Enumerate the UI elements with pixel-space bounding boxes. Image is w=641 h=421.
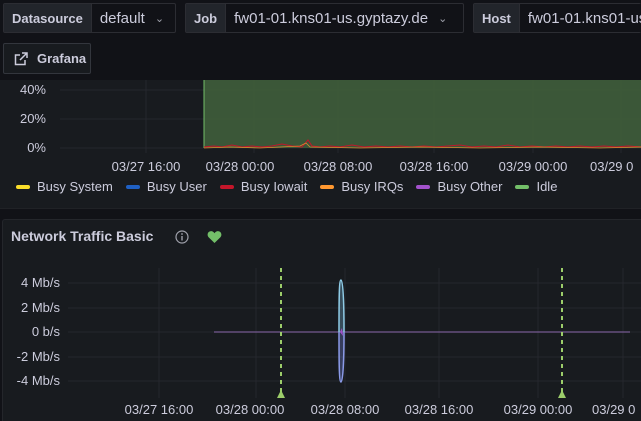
- legend-swatch: [515, 184, 530, 189]
- y-tick: 0%: [27, 140, 46, 155]
- variables-bar: Datasource default ⌄ Job fw01-01.kns01-u…: [0, 0, 641, 80]
- variable-value: fw01-01.kns01-us.gyptazy.de: [234, 9, 429, 27]
- legend-item-busy-other[interactable]: Busy Other: [416, 179, 502, 194]
- x-tick: 03/28 08:00: [311, 402, 380, 417]
- y-tick: 2 Mb/s: [21, 300, 61, 315]
- legend-swatch: [219, 184, 234, 189]
- x-tick: 03/27 16:00: [125, 402, 194, 417]
- cpu-chart[interactable]: 40% 20% 0% 03/27 16:00 03/28 00:00 03/28…: [0, 80, 641, 178]
- variable-host-select[interactable]: fw01-01.kns01-us.gyptazy.de: [519, 4, 641, 32]
- cpu-legend: Busy System Busy User Busy Iowait Busy I…: [16, 179, 570, 194]
- legend-swatch: [16, 184, 30, 189]
- x-tick: 03/29 0: [590, 159, 633, 174]
- variable-label: Host: [474, 4, 520, 32]
- variable-host[interactable]: Host fw01-01.kns01-us.gyptazy.de: [473, 3, 641, 33]
- grafana-link-button[interactable]: Grafana: [3, 43, 91, 74]
- legend-swatch: [416, 184, 431, 189]
- y-tick: -2 Mb/s: [17, 349, 61, 364]
- y-tick: 20%: [20, 111, 46, 126]
- x-tick: 03/28 00:00: [216, 402, 285, 417]
- legend-label: Busy IRQs: [341, 179, 404, 194]
- legend-label: Busy System: [37, 179, 113, 194]
- legend-swatch: [320, 184, 335, 189]
- legend-label: Busy Other: [437, 179, 503, 194]
- legend-label: Idle: [536, 179, 558, 194]
- legend-item-busy-iowait[interactable]: Busy Iowait: [219, 179, 308, 194]
- x-tick: 03/27 16:00: [112, 159, 181, 174]
- y-tick: 40%: [20, 82, 46, 97]
- legend-item-busy-user[interactable]: Busy User: [125, 179, 207, 194]
- cpu-panel: 40% 20% 0% 03/27 16:00 03/28 00:00 03/28…: [0, 80, 641, 209]
- variable-job-select[interactable]: fw01-01.kns01-us.gyptazy.de ⌄: [226, 4, 456, 32]
- chevron-down-icon: ⌄: [154, 12, 165, 25]
- x-tick: 03/29 00:00: [504, 402, 573, 417]
- network-chart[interactable]: 4 Mb/s 2 Mb/s 0 b/s -2 Mb/s -4 Mb/s 03/2…: [3, 220, 641, 421]
- variable-value: default: [99, 9, 145, 27]
- variable-value: fw01-01.kns01-us.gyptazy.de: [527, 9, 641, 27]
- chevron-down-icon: ⌄: [438, 12, 448, 25]
- idle-area: [204, 80, 641, 148]
- grid: [68, 268, 641, 398]
- y-tick: -4 Mb/s: [17, 373, 61, 388]
- variable-datasource-select[interactable]: default ⌄: [91, 4, 173, 32]
- variable-datasource[interactable]: Datasource default ⌄: [3, 3, 176, 33]
- x-tick: 03/28 16:00: [405, 402, 474, 417]
- annotation-markers: [277, 268, 566, 398]
- variable-label: Datasource: [4, 4, 92, 32]
- variable-label: Job: [186, 4, 227, 32]
- legend-item-busy-system[interactable]: Busy System: [16, 179, 113, 194]
- legend-label: Busy Iowait: [240, 179, 308, 194]
- network-traffic-panel: Network Traffic Basic 4 Mb/s 2 Mb/s 0 b/…: [2, 219, 641, 421]
- x-tick: 03/28 00:00: [206, 159, 275, 174]
- x-tick: 03/29 00:00: [499, 159, 568, 174]
- variable-job[interactable]: Job fw01-01.kns01-us.gyptazy.de ⌄: [185, 3, 464, 33]
- legend-label: Busy User: [146, 179, 207, 194]
- legend-swatch: [125, 184, 140, 189]
- legend-item-busy-irqs[interactable]: Busy IRQs: [320, 179, 403, 194]
- external-link-icon: [14, 51, 28, 65]
- grafana-link-label: Grafana: [37, 51, 87, 66]
- traffic-spike: [338, 279, 345, 383]
- legend-item-idle[interactable]: Idle: [515, 179, 557, 194]
- x-tick: 03/28 08:00: [304, 159, 373, 174]
- y-tick: 0 b/s: [32, 324, 61, 339]
- y-tick: 4 Mb/s: [21, 275, 61, 290]
- x-tick: 03/29 0: [592, 402, 635, 417]
- x-tick: 03/28 16:00: [400, 159, 469, 174]
